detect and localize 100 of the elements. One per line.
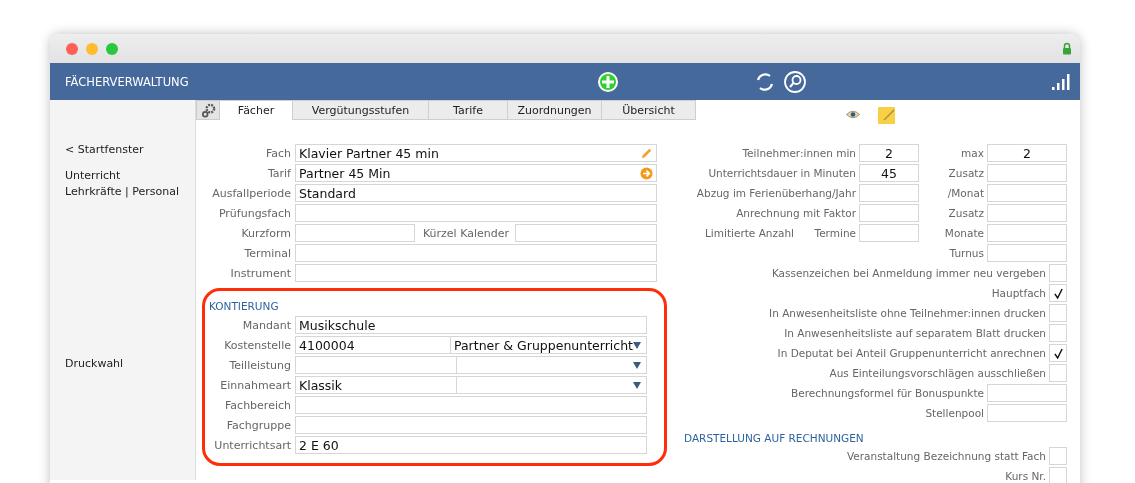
- text-field[interactable]: [987, 384, 1067, 402]
- dropdown-arrow-icon: [633, 361, 641, 369]
- tab[interactable]: Fächer: [220, 100, 293, 120]
- checkbox[interactable]: [1049, 304, 1067, 322]
- note-icon[interactable]: [878, 106, 896, 124]
- dropdown[interactable]: [457, 376, 647, 394]
- checkbox[interactable]: [1049, 284, 1067, 302]
- checkbox[interactable]: [1049, 467, 1067, 483]
- number-field[interactable]: 2: [859, 144, 919, 162]
- minimize-button[interactable]: [86, 42, 98, 55]
- add-icon[interactable]: [597, 70, 619, 93]
- text-field[interactable]: [295, 356, 457, 374]
- text-field[interactable]: [295, 264, 657, 282]
- checkmark-icon: [1053, 347, 1063, 359]
- number-field[interactable]: [859, 224, 919, 242]
- field-label: Zusatz: [947, 207, 984, 219]
- checkbox[interactable]: [1049, 264, 1067, 282]
- tab[interactable]: Tarife: [429, 100, 508, 120]
- text-field[interactable]: [295, 204, 657, 222]
- field-label: Kurzform: [240, 226, 292, 240]
- text-field[interactable]: [515, 224, 657, 242]
- text-field[interactable]: Musikschule: [295, 316, 647, 334]
- checkbox-label: In Anwesenheitsliste auf separatem Blatt drucken: [784, 327, 1046, 339]
- checkbox[interactable]: [1049, 364, 1067, 382]
- checkbox-label: Veranstaltung Bezeichnung statt Fach: [846, 450, 1046, 462]
- field-label: Unterrichtsdauer in Minuten: [708, 167, 856, 179]
- settings-tab[interactable]: [196, 100, 220, 120]
- dropdown-arrow-icon: [633, 341, 641, 349]
- pencil-icon[interactable]: [640, 146, 653, 160]
- search-icon[interactable]: [784, 70, 806, 93]
- field-label: Berechnungsformel für Bonuspunkte: [791, 387, 984, 399]
- field-label: Abzug im Ferienüberhang/Jahr: [696, 187, 856, 199]
- field-label: Monate: [943, 227, 984, 239]
- lock-icon: [1062, 42, 1072, 55]
- number-field[interactable]: 45: [859, 164, 919, 182]
- sidebar-link[interactable]: Unterricht: [65, 169, 195, 182]
- field-label: Anrechnung mit Faktor: [736, 207, 856, 219]
- field-label: Stellenpool: [925, 407, 984, 419]
- text-field[interactable]: 2 E 60: [295, 436, 647, 454]
- arrow-circle-icon[interactable]: [640, 166, 653, 180]
- text-field[interactable]: [295, 416, 647, 434]
- dropdown[interactable]: Partner & Gruppenunterricht: [450, 336, 647, 354]
- text-field[interactable]: [295, 396, 647, 414]
- checkbox-label: In Deputat bei Anteil Gruppenunterricht anrechnen: [777, 347, 1046, 359]
- checkbox-label: Kassenzeichen bei Anmeldung immer neu vergeben: [771, 267, 1046, 279]
- text-field[interactable]: Standard: [295, 184, 657, 202]
- text-field[interactable]: Klavier Partner 45 min: [295, 144, 657, 162]
- field-label: Instrument: [229, 266, 292, 280]
- number-field[interactable]: [987, 244, 1067, 262]
- number-field[interactable]: [859, 184, 919, 202]
- text-field[interactable]: Partner 45 Min: [295, 164, 657, 182]
- field-label: Terminal: [243, 246, 292, 260]
- number-field[interactable]: 2: [987, 144, 1067, 162]
- number-field[interactable]: [987, 184, 1067, 202]
- number-field[interactable]: [987, 164, 1067, 182]
- field-label: Einnahmeart: [219, 378, 292, 392]
- field-label: Turnus: [948, 247, 984, 259]
- dropdown-arrow-icon: [633, 381, 641, 389]
- field-label: Ausfallperiode: [211, 186, 292, 200]
- field-label: Prüfungsfach: [217, 206, 292, 220]
- app-title: FÄCHERVERWALTUNG: [65, 74, 190, 89]
- signal-icon: [1052, 73, 1070, 90]
- tab[interactable]: Zuordnungen: [508, 100, 602, 120]
- text-field[interactable]: [295, 224, 415, 242]
- field-label: Teilleistung: [228, 358, 292, 372]
- field-label: /Monat: [946, 187, 984, 199]
- checkbox-label: Kurs Nr.: [1005, 470, 1046, 482]
- text-field[interactable]: [987, 404, 1067, 422]
- field-label: Mandant: [241, 318, 292, 332]
- field-label: Teilnehmer:innen min: [742, 147, 856, 159]
- field-label: Limitierte Anzahl: [705, 227, 794, 239]
- section-title: DARSTELLUNG AUF RECHNUNGEN: [683, 430, 865, 446]
- text-field[interactable]: 4100004: [295, 336, 451, 354]
- text-field[interactable]: Klassik: [295, 376, 457, 394]
- number-field[interactable]: [859, 204, 919, 222]
- sidebar-link[interactable]: Lehrkräfte | Personal: [65, 185, 195, 198]
- zoom-button[interactable]: [106, 42, 118, 55]
- field-label: Tarif: [266, 166, 292, 180]
- sidebar-link[interactable]: Druckwahl: [65, 357, 195, 370]
- checkmark-icon: [1053, 287, 1063, 299]
- tab[interactable]: Vergütungsstufen: [293, 100, 429, 120]
- checkbox[interactable]: [1049, 447, 1067, 465]
- tab[interactable]: Übersicht: [602, 100, 696, 120]
- checkbox[interactable]: [1049, 344, 1067, 362]
- checkbox-label: Aus Einteilungsvorschlägen ausschließen: [829, 367, 1046, 379]
- field-label: Fachbereich: [224, 398, 292, 412]
- field-label: Fach: [264, 146, 292, 160]
- dropdown[interactable]: [457, 356, 647, 374]
- text-field[interactable]: [295, 244, 657, 262]
- field-label: Kostenstelle: [223, 338, 292, 352]
- checkbox-label: Hauptfach: [991, 287, 1046, 299]
- sidebar-link[interactable]: < Startfenster: [65, 143, 195, 156]
- eye-icon[interactable]: [846, 109, 860, 119]
- field-label: Fachgruppe: [225, 418, 292, 432]
- refresh-icon[interactable]: [754, 70, 776, 93]
- checkbox[interactable]: [1049, 324, 1067, 342]
- number-field[interactable]: [987, 224, 1067, 242]
- close-button[interactable]: [66, 42, 78, 55]
- settings-icon: [200, 102, 216, 118]
- number-field[interactable]: [987, 204, 1067, 222]
